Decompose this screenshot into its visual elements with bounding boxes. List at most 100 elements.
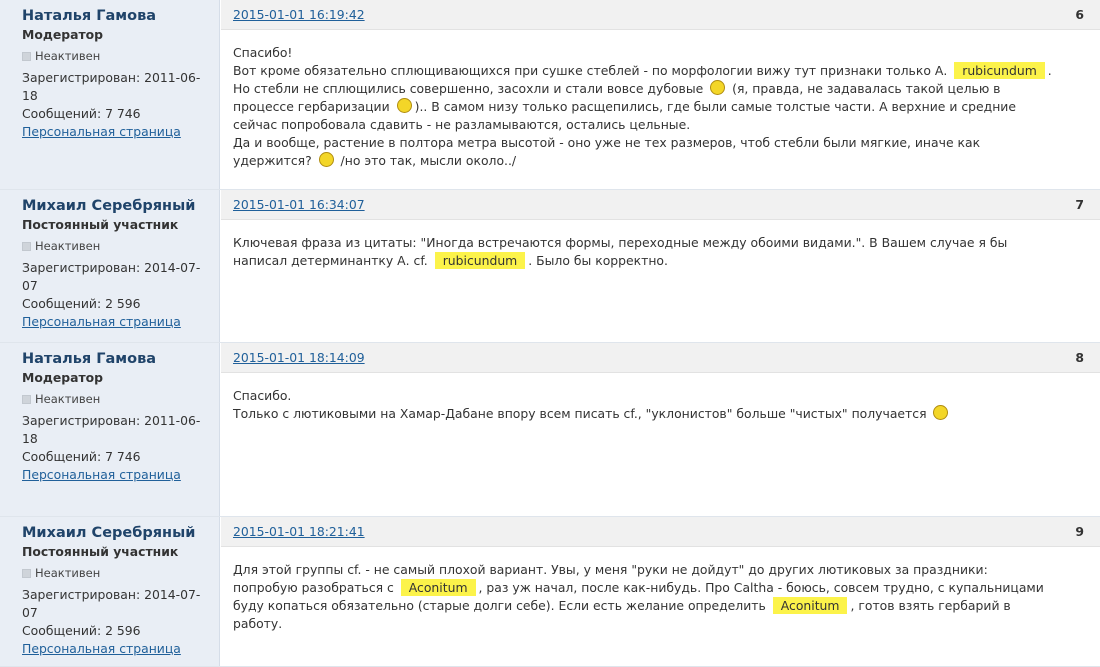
- post-text: ).. В самом низу только расщепились, где…: [414, 99, 1016, 114]
- post-number: 7: [1075, 197, 1084, 212]
- profile-link[interactable]: Персональная страница: [22, 123, 219, 141]
- post-permalink-date[interactable]: 2015-01-01 16:34:07: [233, 197, 365, 212]
- message-count: Сообщений: 7 746: [22, 106, 141, 121]
- status-indicator: Неактивен: [22, 565, 219, 582]
- search-highlight: Aconitum: [772, 597, 848, 614]
- search-highlight: rubicundum: [954, 62, 1045, 79]
- post-text: попробую разобраться с: [233, 580, 398, 595]
- post-header: 2015-01-01 18:21:41 9: [221, 517, 1100, 547]
- post-content: 2015-01-01 18:21:41 9 Для этой группы cf. …: [221, 517, 1100, 666]
- post-text: написал детерминантку А. cf.: [233, 253, 432, 268]
- status-label: Неактивен: [35, 566, 101, 580]
- post-text: Да и вообще, растение в полтора метра вы…: [233, 135, 981, 150]
- post-text-line: написал детерминантку А. cf. rubicundum.…: [233, 252, 1080, 270]
- post-content: 2015-01-01 16:34:07 7 Ключевая фраза из ци…: [221, 190, 1100, 342]
- forum-post: Михаил Серебряный Постоянный участник Неак…: [0, 190, 1100, 343]
- post-text-line: удержится? /но это так, мысли около../: [233, 152, 1080, 170]
- status-indicator: Неактивен: [22, 391, 219, 408]
- offline-status-icon: [22, 569, 31, 578]
- forum-post: Михаил Серебряный Постоянный участник Неак…: [0, 517, 1100, 667]
- post-permalink-date[interactable]: 2015-01-01 18:21:41: [233, 524, 365, 539]
- post-text: буду копаться обязательно (старые долги …: [233, 598, 770, 613]
- post-text: процессе гербаризации: [233, 99, 394, 114]
- smile-smiley-icon: [396, 98, 412, 113]
- author-role: Постоянный участник: [22, 544, 179, 559]
- post-text-line: Для этой группы cf. - не самый плохой ва…: [233, 561, 1080, 579]
- post-text: Для этой группы cf. - не самый плохой ва…: [233, 562, 988, 577]
- post-body: Ключевая фраза из цитаты: "Иногда встреч…: [221, 220, 1100, 270]
- forum-post: Наталья Гамова Модератор Неактивен Зарегист…: [0, 0, 1100, 190]
- post-text: , готов взять гербарий в: [850, 598, 1011, 613]
- post-text-line: Но стебли не сплющились совершенно, засо…: [233, 80, 1080, 98]
- forum-post: Наталья Гамова Модератор Неактивен Зарегист…: [0, 343, 1100, 517]
- post-text-line: процессе гербаризации ).. В самом низу т…: [233, 98, 1080, 116]
- post-text-line: сейчас попробовала сдавить - не разламыв…: [233, 116, 1080, 134]
- author-role: Модератор: [22, 27, 104, 42]
- registration-date: Зарегистрирован: 2011-06-18: [22, 70, 201, 103]
- post-permalink-date[interactable]: 2015-01-01 16:19:42: [233, 7, 365, 22]
- post-text-line: Только с лютиковыми на Хамар-Дабане впор…: [233, 405, 1080, 423]
- message-count: Сообщений: 7 746: [22, 449, 141, 464]
- roll-eyes-smiley-icon: [318, 152, 334, 167]
- post-text: Только с лютиковыми на Хамар-Дабане впор…: [233, 406, 931, 421]
- post-text-line: Ключевая фраза из цитаты: "Иногда встреч…: [233, 234, 1080, 252]
- registration-date: Зарегистрирован: 2014-07-07: [22, 260, 201, 293]
- big-grin-smiley-icon: [933, 405, 949, 420]
- post-author-panel: Наталья Гамова Модератор Неактивен Зарегист…: [0, 343, 220, 516]
- profile-link[interactable]: Персональная страница: [22, 640, 219, 658]
- post-text: , раз уж начал, после как-нибудь. Про Ca…: [478, 580, 1044, 595]
- post-text: работу.: [233, 616, 283, 631]
- post-author-panel: Михаил Серебряный Постоянный участник Неак…: [0, 517, 220, 666]
- post-text: .: [1047, 63, 1052, 78]
- post-number: 8: [1075, 350, 1084, 365]
- status-label: Неактивен: [35, 49, 101, 63]
- post-text: удержится?: [233, 153, 316, 168]
- post-number: 6: [1075, 7, 1084, 22]
- offline-status-icon: [22, 52, 31, 61]
- author-role: Постоянный участник: [22, 217, 179, 232]
- post-text-line: Вот кроме обязательно сплющивающихся при…: [233, 62, 1080, 80]
- post-header: 2015-01-01 18:14:09 8: [221, 343, 1100, 373]
- post-text: Но стебли не сплющились совершенно, засо…: [233, 81, 708, 96]
- post-text: /но это так, мысли около../: [336, 153, 517, 168]
- status-indicator: Неактивен: [22, 48, 219, 65]
- post-text: . Было бы корректно.: [528, 253, 668, 268]
- post-text-line: работу.: [233, 615, 1080, 633]
- post-text: сейчас попробовала сдавить - не разламыв…: [233, 117, 691, 132]
- post-header: 2015-01-01 16:34:07 7: [221, 190, 1100, 220]
- author-role: Модератор: [22, 370, 104, 385]
- author-name[interactable]: Михаил Серебряный: [22, 197, 219, 215]
- status-label: Неактивен: [35, 239, 101, 253]
- author-name[interactable]: Михаил Серебряный: [22, 524, 219, 542]
- message-count: Сообщений: 2 596: [22, 623, 141, 638]
- post-text-line: попробую разобраться с Aconitum, раз уж …: [233, 579, 1080, 597]
- post-text: Вот кроме обязательно сплющивающихся при…: [233, 63, 952, 78]
- offline-status-icon: [22, 242, 31, 251]
- post-number: 9: [1075, 524, 1084, 539]
- post-text: Спасибо!: [233, 45, 293, 60]
- post-text-line: Спасибо.: [233, 387, 1080, 405]
- offline-status-icon: [22, 395, 31, 404]
- post-text-line: Да и вообще, растение в полтора метра вы…: [233, 134, 1080, 152]
- author-name[interactable]: Наталья Гамова: [22, 350, 219, 368]
- status-label: Неактивен: [35, 392, 101, 406]
- profile-link[interactable]: Персональная страница: [22, 466, 219, 484]
- post-header: 2015-01-01 16:19:42 6: [221, 0, 1100, 30]
- post-text-line: буду копаться обязательно (старые долги …: [233, 597, 1080, 615]
- search-highlight: Aconitum: [400, 579, 476, 596]
- post-text: (я, правда, не задавалась такой целью в: [728, 81, 1001, 96]
- post-text-line: Спасибо!: [233, 44, 1080, 62]
- post-text: Ключевая фраза из цитаты: "Иногда встреч…: [233, 235, 1008, 250]
- registration-date: Зарегистрирован: 2014-07-07: [22, 587, 201, 620]
- post-text: Спасибо.: [233, 388, 292, 403]
- author-name[interactable]: Наталья Гамова: [22, 7, 219, 25]
- post-content: 2015-01-01 16:19:42 6 Спасибо! Вот кроме об…: [221, 0, 1100, 189]
- profile-link[interactable]: Персональная страница: [22, 313, 219, 331]
- status-indicator: Неактивен: [22, 238, 219, 255]
- search-highlight: rubicundum: [434, 252, 526, 269]
- post-body: Для этой группы cf. - не самый плохой ва…: [221, 547, 1100, 633]
- message-count: Сообщений: 2 596: [22, 296, 141, 311]
- post-content: 2015-01-01 18:14:09 8 Спасибо. Только с лют…: [221, 343, 1100, 516]
- post-author-panel: Михаил Серебряный Постоянный участник Неак…: [0, 190, 220, 342]
- post-permalink-date[interactable]: 2015-01-01 18:14:09: [233, 350, 365, 365]
